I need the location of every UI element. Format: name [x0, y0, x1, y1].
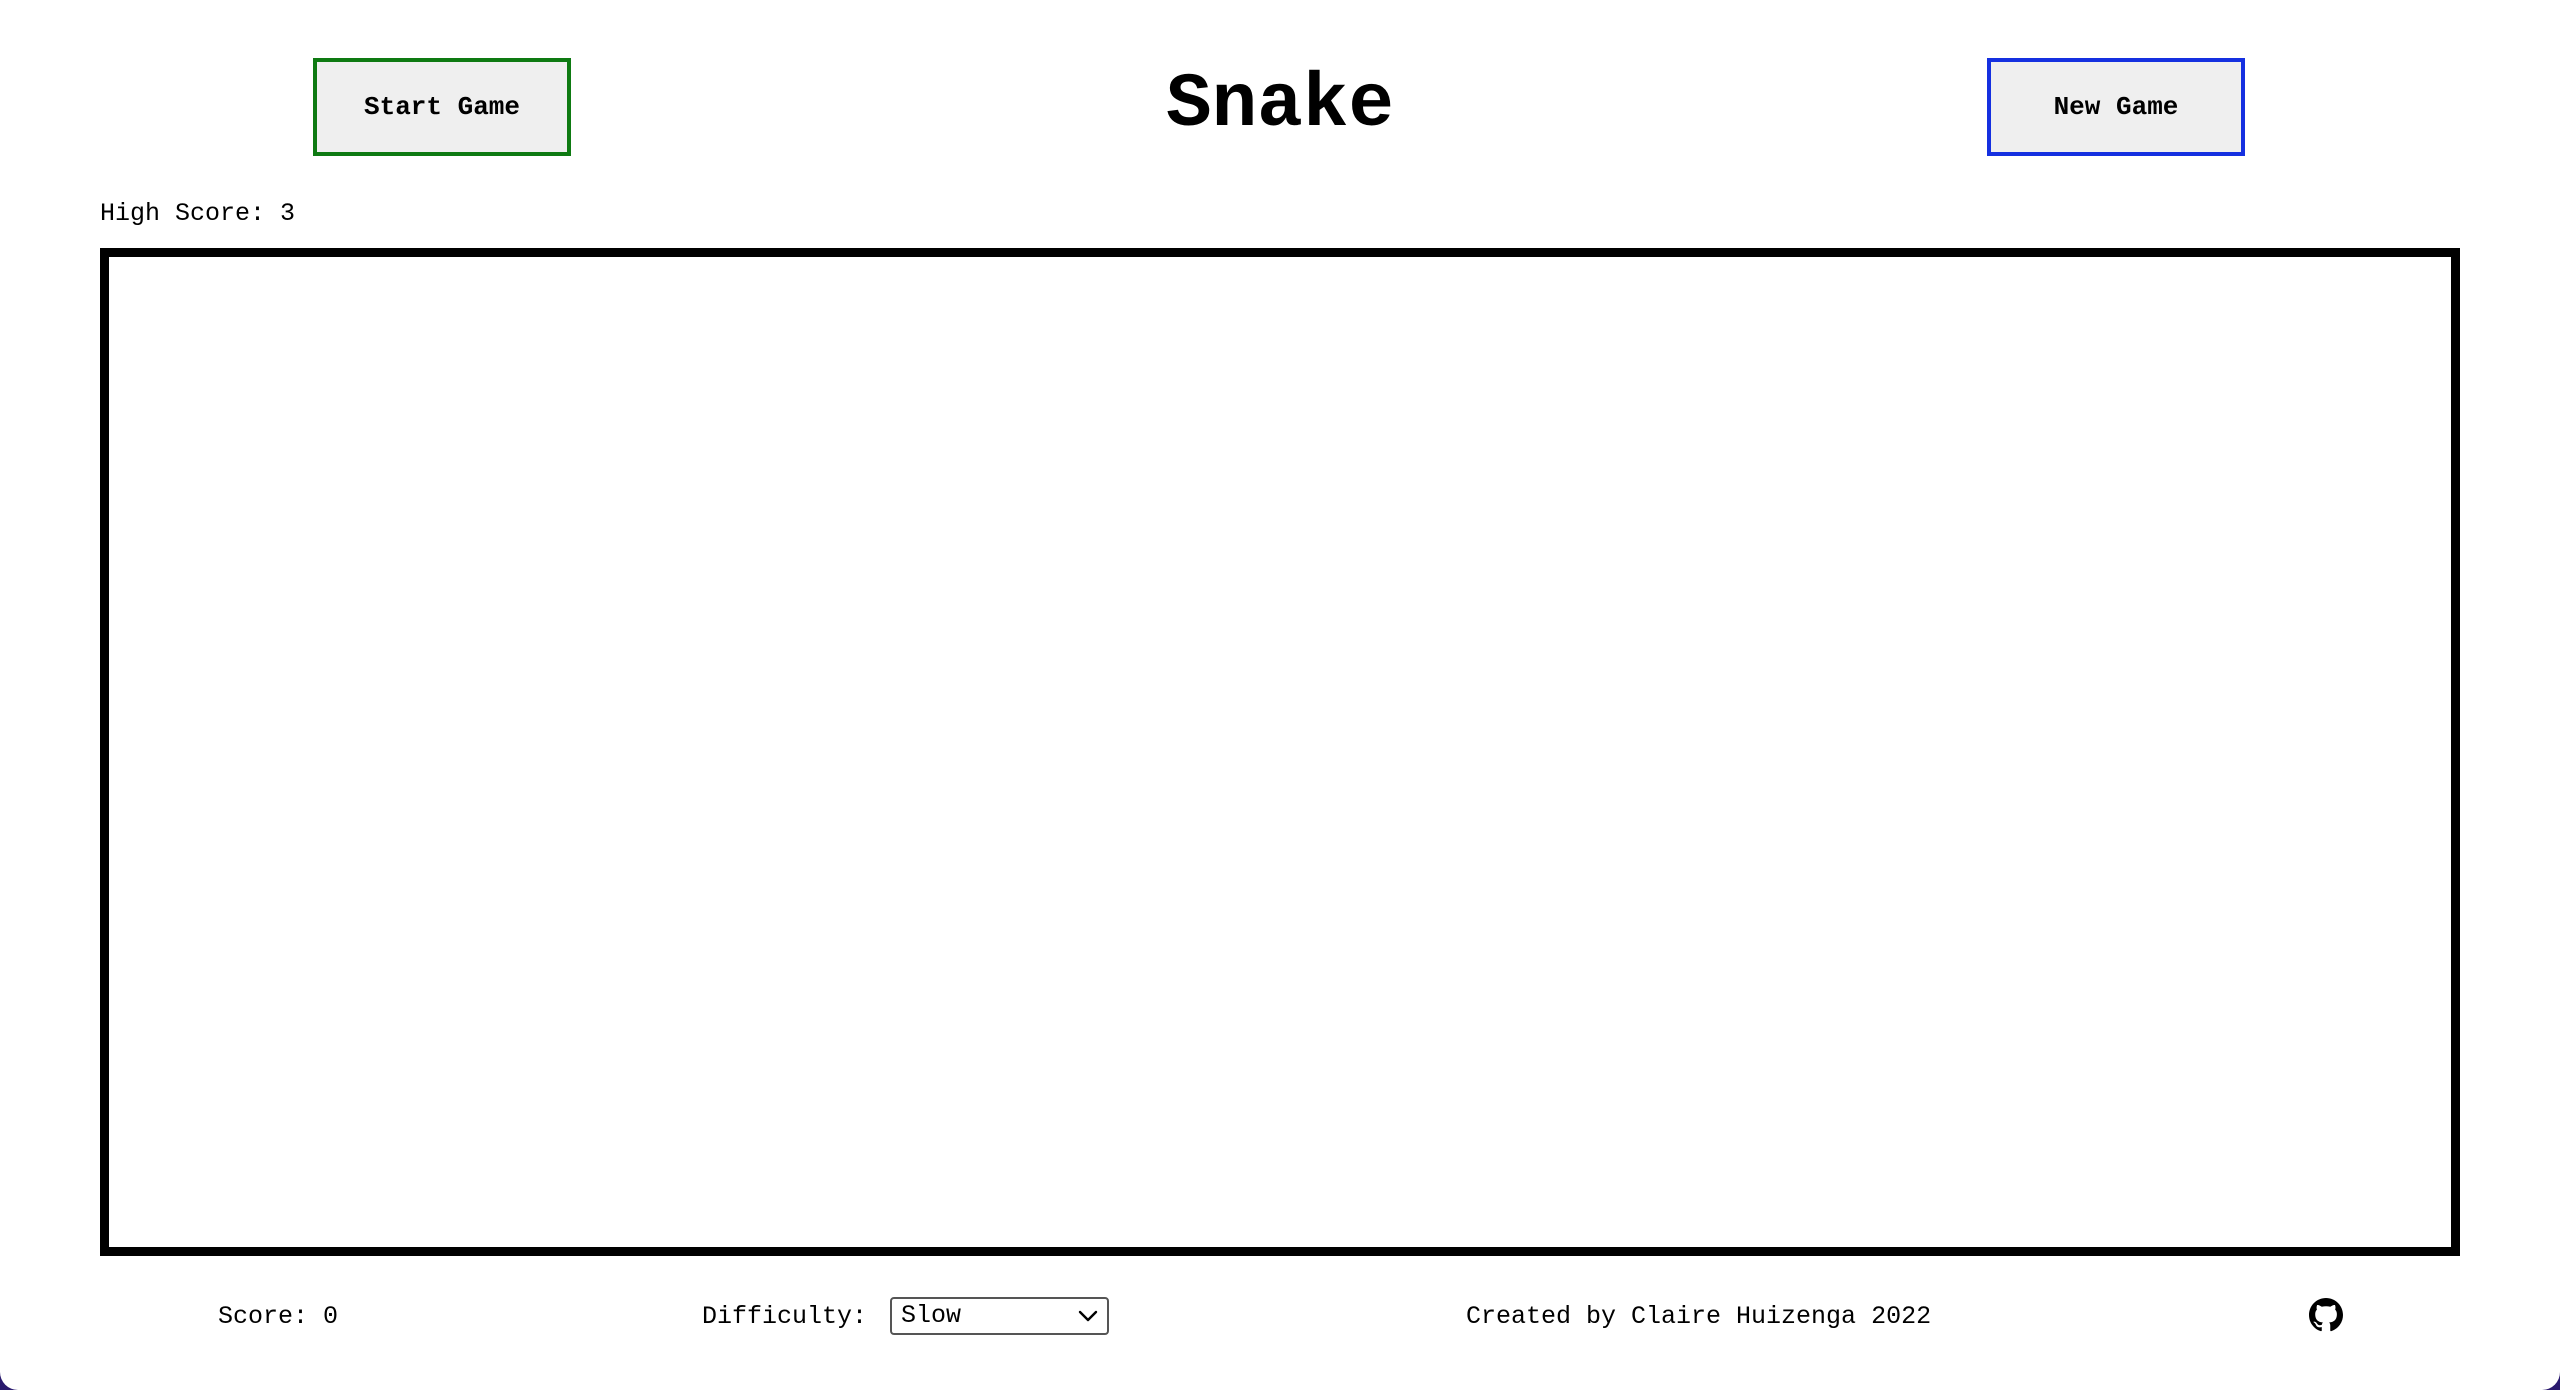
- github-icon[interactable]: [2309, 1298, 2343, 1332]
- credit-text: Created by Claire Huizenga 2022: [1466, 1302, 1932, 1331]
- difficulty-select[interactable]: Slow: [890, 1297, 1109, 1335]
- difficulty-label: Difficulty:: [702, 1302, 868, 1331]
- difficulty-select-value: Slow: [901, 1301, 962, 1330]
- page: Start Game Snake New Game High Score: 3 …: [0, 0, 2560, 1390]
- chevron-down-icon: [1073, 1301, 1103, 1331]
- high-score: High Score: 3: [100, 199, 296, 228]
- score: Score: 0: [218, 1302, 339, 1331]
- game-board[interactable]: [100, 248, 2460, 1256]
- new-game-button[interactable]: New Game: [1987, 58, 2245, 156]
